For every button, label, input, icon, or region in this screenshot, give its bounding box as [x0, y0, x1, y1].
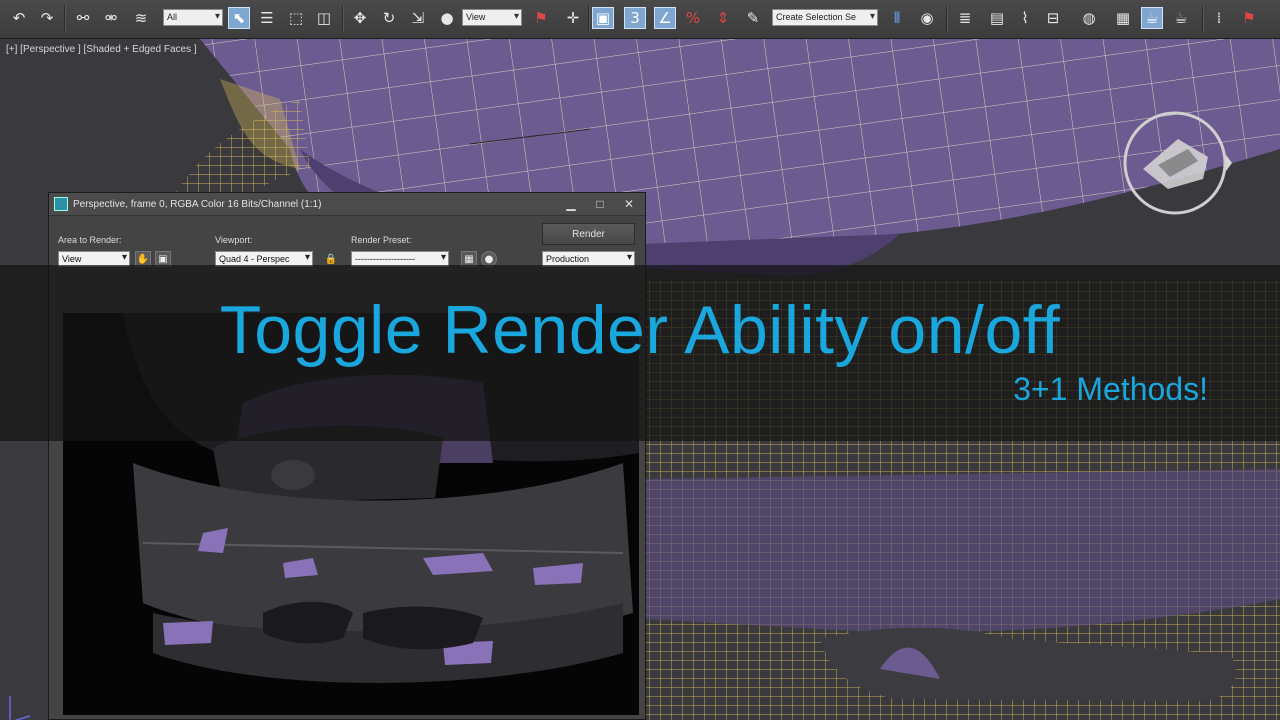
- toolbar-separator: [342, 6, 344, 32]
- toolbar-separator: [64, 6, 66, 32]
- keyboard-shortcut-icon[interactable]: ▣: [592, 7, 614, 29]
- viewport-label: Viewport:: [215, 235, 253, 245]
- selection-filter-select[interactable]: All: [163, 9, 223, 26]
- app-icon: [54, 197, 68, 211]
- select-manipulate-icon[interactable]: ✛: [562, 7, 584, 29]
- area-to-render-label: Area to Render:: [58, 235, 122, 245]
- toolbar-separator: [1202, 6, 1204, 32]
- rendered-frame-window-icon[interactable]: ☕: [1141, 7, 1163, 29]
- banner-title: Toggle Render Ability on/off: [219, 292, 1061, 368]
- render-setup-icon[interactable]: ▦: [1112, 7, 1134, 29]
- toolbar-separator: [588, 6, 590, 32]
- viewport-label[interactable]: [+] [Perspective ] [Shaded + Edged Faces…: [6, 44, 197, 55]
- edit-named-sets-icon[interactable]: ✎: [742, 7, 764, 29]
- place-icon[interactable]: ●: [436, 7, 458, 29]
- snap-3d-icon[interactable]: 3: [624, 7, 646, 29]
- angle-snap-icon[interactable]: ∠: [654, 7, 676, 29]
- close-icon[interactable]: ✕: [616, 196, 642, 212]
- undo-icon[interactable]: ↶: [8, 7, 30, 29]
- minimize-icon[interactable]: ▁: [558, 196, 584, 212]
- spinner-snap-icon[interactable]: ⇕: [712, 7, 734, 29]
- scale-icon[interactable]: ⇲: [407, 7, 429, 29]
- render-production-icon[interactable]: ☕: [1170, 7, 1192, 29]
- axis-gizmo-icon: [9, 696, 31, 720]
- banner-subtitle: 3+1 Methods!: [1013, 371, 1208, 407]
- render-in-cloud-icon[interactable]: ⁞: [1208, 7, 1230, 29]
- rotate-icon[interactable]: ↻: [378, 7, 400, 29]
- maximize-icon[interactable]: □: [587, 196, 613, 212]
- render-window-titlebar[interactable]: Perspective, frame 0, RGBA Color 16 Bits…: [49, 193, 645, 216]
- material-editor-icon[interactable]: ◍: [1078, 7, 1100, 29]
- title-banner: Toggle Render Ability on/off 3+1 Methods…: [0, 265, 1280, 441]
- use-pivot-icon[interactable]: ⚑: [530, 7, 552, 29]
- window-crossing-icon[interactable]: ◫: [313, 7, 335, 29]
- a360-icon[interactable]: ⚑: [1238, 7, 1260, 29]
- percent-snap-icon[interactable]: %: [682, 7, 704, 29]
- render-window-title: Perspective, frame 0, RGBA Color 16 Bits…: [73, 198, 322, 210]
- render-preset-label: Render Preset:: [351, 235, 412, 245]
- render-button[interactable]: Render: [542, 223, 635, 245]
- select-by-name-icon[interactable]: ☰: [256, 7, 278, 29]
- main-toolbar: ↶ ↷ ⚯ ⚮ ≋ All ⬉ ☰ ⬚ ◫ ✥ ↻ ⇲ ● View ⚑ ✛ ▣…: [0, 0, 1280, 39]
- reference-coord-select[interactable]: View: [462, 9, 522, 26]
- toolbar-separator: [946, 6, 948, 32]
- bind-space-warp-icon[interactable]: ≋: [130, 7, 152, 29]
- select-object-icon[interactable]: ⬉: [228, 7, 250, 29]
- named-selection-select[interactable]: Create Selection Se: [772, 9, 878, 26]
- channel-logo: [1123, 111, 1232, 215]
- toggle-ribbon-icon[interactable]: ▤: [986, 7, 1008, 29]
- move-icon[interactable]: ✥: [349, 7, 371, 29]
- curve-editor-icon[interactable]: ⌇: [1014, 7, 1036, 29]
- schematic-view-icon[interactable]: ⊟: [1042, 7, 1064, 29]
- layer-explorer-icon[interactable]: ≣: [954, 7, 976, 29]
- link-icon[interactable]: ⚯: [72, 7, 94, 29]
- unlink-icon[interactable]: ⚮: [100, 7, 122, 29]
- region-select-icon[interactable]: ⬚: [285, 7, 307, 29]
- mirror-icon[interactable]: ⫴: [886, 7, 908, 29]
- redo-icon[interactable]: ↷: [36, 7, 58, 29]
- align-icon[interactable]: ◉: [916, 7, 938, 29]
